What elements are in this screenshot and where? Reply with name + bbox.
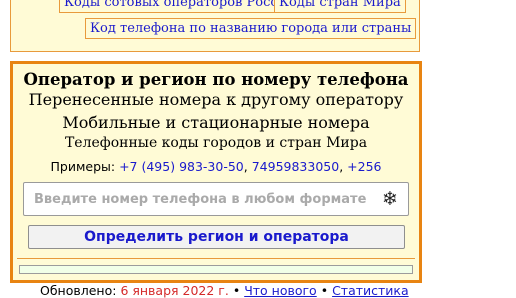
updated-label: Обновлено:: [40, 283, 117, 298]
subtitle-mobile-landline: Мобильные и стационарные номера: [62, 113, 370, 132]
subtitle-ported-numbers: Перенесенные номера к другому оператору: [28, 90, 404, 109]
country-codes-link[interactable]: Коды стран Мира: [274, 0, 406, 13]
whats-new-link[interactable]: Что нового: [244, 283, 317, 298]
divider: [17, 258, 415, 259]
identify-button[interactable]: Определить регион и оператора: [28, 225, 405, 249]
example-phone-2[interactable]: 74959833050: [252, 159, 339, 174]
footer-separator: •: [320, 283, 333, 298]
city-country-lookup-link[interactable]: Код телефона по названию города или стра…: [85, 18, 417, 39]
example-phone-1[interactable]: +7 (495) 983-30-50: [119, 159, 244, 174]
result-area: [19, 265, 413, 274]
example-phone-3[interactable]: +256: [347, 159, 381, 174]
footer: Обновлено: 6 января 2022 г. • Что нового…: [40, 283, 409, 298]
examples-line: Примеры: +7 (495) 983-30-50, 74959833050…: [13, 159, 419, 174]
top-links-panel: Коды сотовых операторов России Коды стра…: [10, 0, 420, 52]
phone-search-box: ❄: [23, 182, 409, 216]
subtitle-city-codes: Телефонные коды городов и стран Мира: [64, 135, 368, 151]
phone-number-input[interactable]: [24, 183, 374, 215]
footer-separator: •: [232, 283, 245, 298]
stats-link[interactable]: Статистика: [332, 283, 409, 298]
examples-separator: ,: [243, 159, 252, 174]
snowflake-icon[interactable]: ❄: [380, 187, 400, 211]
examples-separator: ,: [339, 159, 348, 174]
lookup-panel: Оператор и регион по номеру телефона Пер…: [10, 61, 422, 283]
updated-date: 6 января 2022 г.: [120, 283, 229, 298]
operators-russia-link[interactable]: Коды сотовых операторов России: [59, 0, 300, 13]
page-title: Оператор и регион по номеру телефона: [23, 70, 409, 89]
examples-label: Примеры:: [50, 159, 116, 174]
